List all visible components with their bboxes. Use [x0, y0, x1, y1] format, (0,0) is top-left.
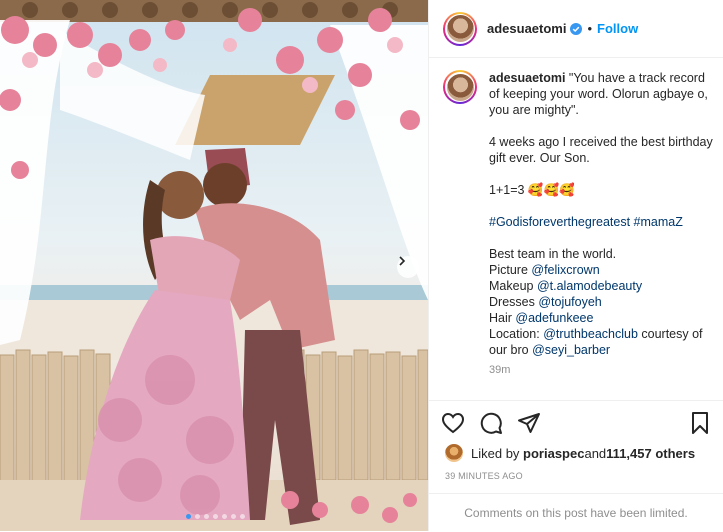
post-actions — [441, 409, 711, 437]
liker-avatar[interactable] — [445, 444, 463, 462]
carousel-dot — [195, 514, 200, 519]
comments-limited-notice: Comments on this post have been limited. — [429, 493, 723, 532]
carousel-dot — [213, 514, 218, 519]
follow-button[interactable]: Follow — [597, 21, 638, 36]
credit-label: Location: — [489, 327, 544, 341]
verified-badge-icon — [570, 22, 583, 35]
photo-illustration — [0, 0, 428, 531]
credit-picture-handle[interactable]: @felixcrown — [531, 263, 599, 277]
caption-text: adesuaetomi "You have a track record of … — [489, 70, 713, 378]
caption-row: adesuaetomi "You have a track record of … — [443, 70, 713, 378]
heart-icon[interactable] — [441, 411, 465, 435]
post-side-panel: adesuaetomi • Follow adesuaetomi "You ha… — [428, 0, 723, 531]
credit-label: Hair — [489, 311, 516, 325]
credit-label: Dresses — [489, 295, 539, 309]
avatar-image — [446, 15, 474, 42]
carousel-dot — [186, 514, 191, 519]
post-timestamp[interactable]: 39 MINUTES AGO — [445, 471, 523, 481]
bookmark-icon[interactable] — [689, 411, 711, 435]
header-separator: • — [587, 21, 593, 36]
credit-makeup-handle[interactable]: @t.alamodebeauty — [537, 279, 642, 293]
caption-line-equation: 1+1=3 🥰🥰🥰 — [489, 183, 575, 197]
carousel-indicator — [186, 514, 245, 519]
carousel-dot — [240, 514, 245, 519]
credit-dresses-handle[interactable]: @tojufoyeh — [538, 295, 601, 309]
credit-bro-handle[interactable]: @seyi_barber — [532, 343, 610, 357]
caption-hashtags[interactable]: #Godisforeverthegreatest #mamaZ — [489, 214, 713, 230]
avatar-image — [446, 73, 474, 101]
credit-location-handle[interactable]: @truthbeachclub — [543, 327, 638, 341]
caption-author-avatar[interactable] — [443, 70, 477, 104]
post-photo[interactable] — [0, 0, 428, 531]
carousel-dot — [204, 514, 209, 519]
comment-icon[interactable] — [479, 411, 503, 435]
author-username[interactable]: adesuaetomi — [487, 21, 566, 36]
credit-label: Makeup — [489, 279, 537, 293]
caption-timestamp[interactable]: 39m — [489, 362, 713, 378]
author-avatar[interactable] — [443, 11, 477, 46]
chevron-right-icon — [399, 256, 406, 266]
likes-middle: and — [584, 445, 607, 461]
likes-summary: Liked by poriaspec and 111,457 others — [445, 444, 695, 462]
credit-hair-handle[interactable]: @adefunkeee — [515, 311, 593, 325]
post-header: adesuaetomi • Follow — [429, 0, 723, 58]
liker-username[interactable]: poriaspec — [523, 446, 584, 461]
caption-username[interactable]: adesuaetomi — [489, 71, 565, 85]
caption-line-gift: 4 weeks ago I received the best birthday… — [489, 135, 713, 165]
carousel-next-button[interactable] — [397, 256, 419, 278]
likes-count[interactable]: 111,457 others — [606, 446, 695, 461]
share-icon[interactable] — [517, 411, 541, 435]
credits-intro: Best team in the world. — [489, 247, 617, 261]
carousel-dot — [231, 514, 236, 519]
caption-area: adesuaetomi "You have a track record of … — [443, 70, 713, 400]
carousel-dot — [222, 514, 227, 519]
actions-divider — [429, 400, 723, 401]
likes-prefix: Liked by — [471, 445, 520, 461]
credit-label: Picture — [489, 263, 532, 277]
